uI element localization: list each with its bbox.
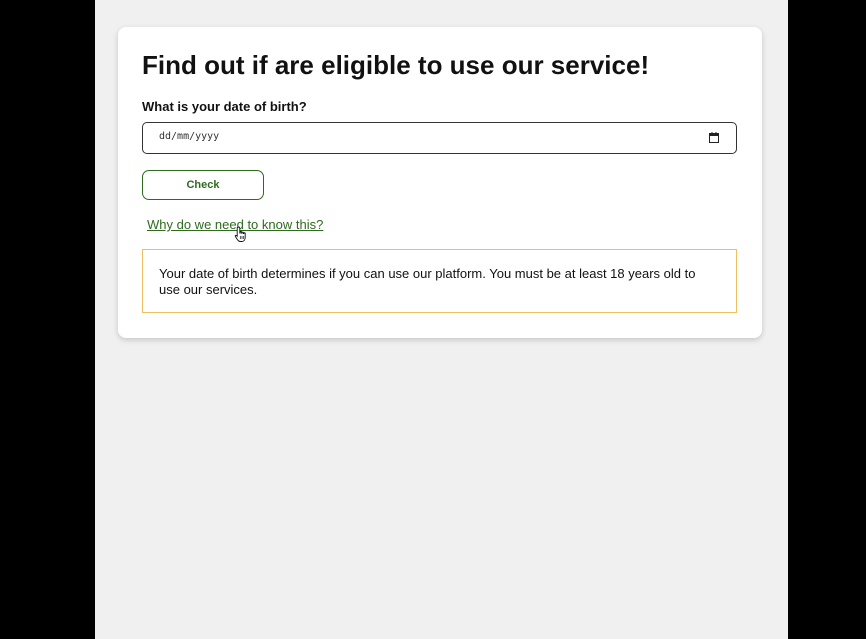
date-placeholder: dd/mm/yyyy bbox=[159, 131, 220, 142]
date-of-birth-input[interactable]: dd/mm/yyyy bbox=[142, 122, 737, 154]
check-button[interactable]: Check bbox=[142, 170, 264, 200]
calendar-icon[interactable] bbox=[709, 132, 719, 143]
hand-pointer-cursor-icon bbox=[234, 226, 246, 242]
page-viewport: Find out if are eligible to use our serv… bbox=[95, 0, 788, 639]
dob-explanation-text: Your date of birth determines if you can… bbox=[159, 266, 696, 297]
dob-explanation-box: Your date of birth determines if you can… bbox=[142, 249, 737, 313]
page-title: Find out if are eligible to use our serv… bbox=[142, 50, 650, 80]
dob-label: What is your date of birth? bbox=[142, 99, 307, 114]
eligibility-card: Find out if are eligible to use our serv… bbox=[118, 27, 762, 338]
